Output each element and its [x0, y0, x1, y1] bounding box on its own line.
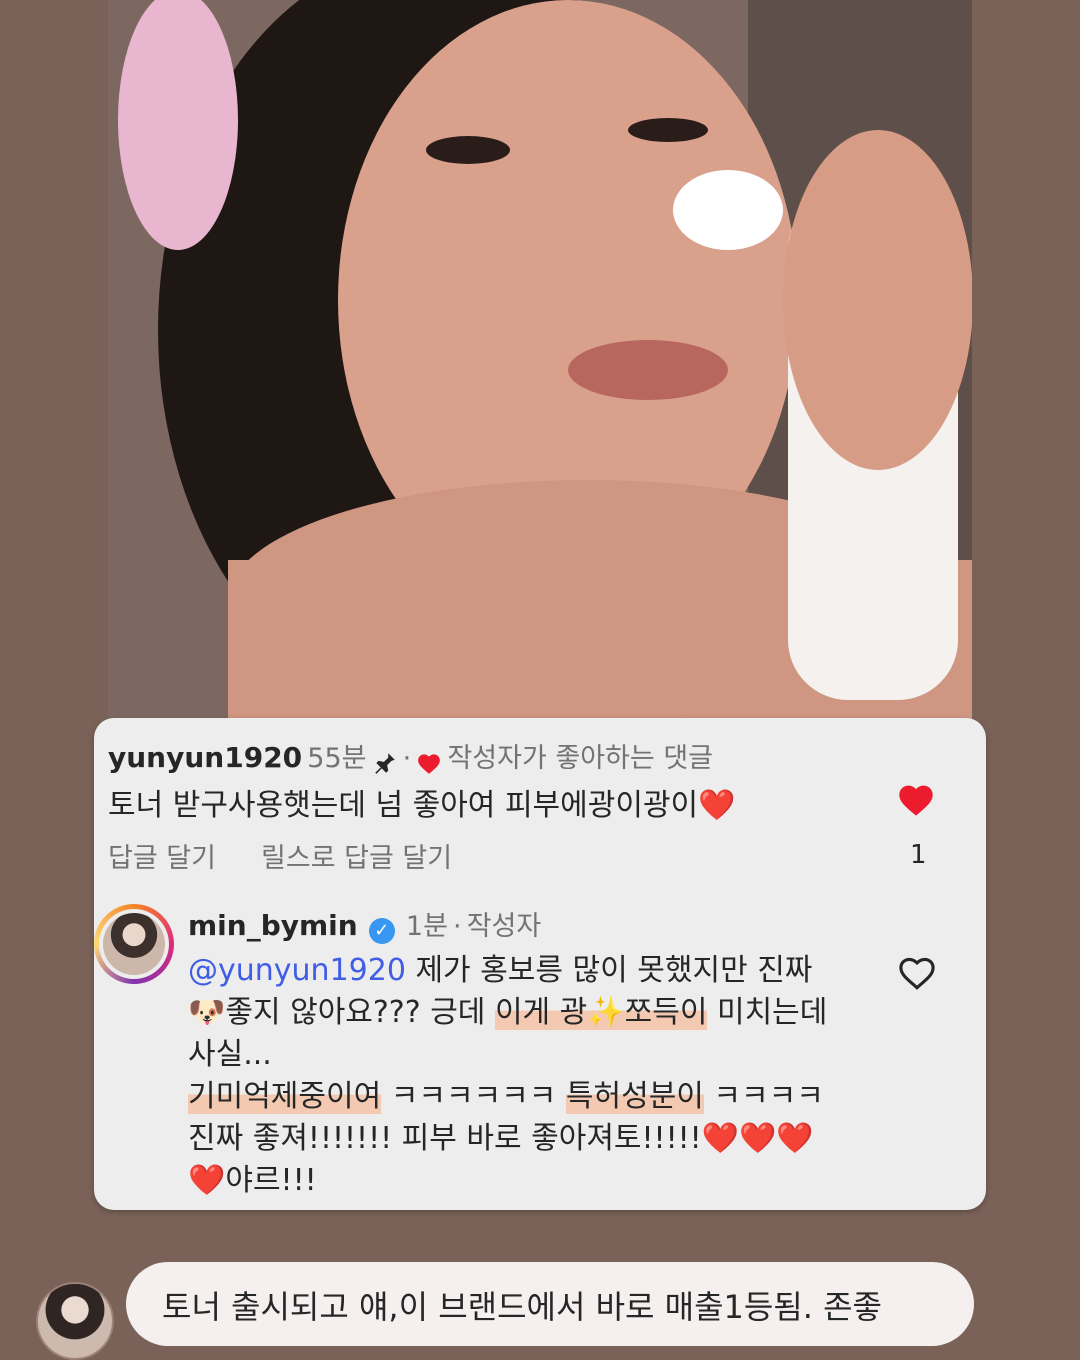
comment2-like-button[interactable] — [896, 952, 938, 992]
verified-badge-icon: ✓ — [368, 917, 395, 944]
reply-button[interactable]: 답글 달기 — [108, 843, 216, 874]
avatar-photo — [103, 913, 165, 975]
heart-icon — [416, 752, 447, 774]
comment-card: yunyun1920 55분 · 작성자가 좋아하는 댓글 토너 받구사용햇는데… — [94, 718, 986, 1210]
video-frame[interactable] — [108, 0, 972, 720]
heart-filled-icon — [899, 785, 933, 816]
reply-bubble: 토너 출시되고 얘,이 브랜드에서 바로 매출1등됨. 존좋 — [126, 1262, 974, 1346]
comment1-time: 55분 — [307, 743, 367, 774]
reply-avatar[interactable] — [36, 1282, 114, 1360]
comment1-text: 토너 받구사용햇는데 넘 좋아여 피부에광이광이❤️ — [108, 788, 736, 823]
comment1-like-button[interactable] — [896, 780, 936, 820]
highlighted-text: 기미억제중이여 — [188, 1079, 382, 1114]
comment2-text: @yunyun1920 제가 홍보릉 많이 못했지만 진짜 🐶좋지 않아요???… — [188, 953, 828, 1198]
comment2-time: 1분 — [405, 911, 448, 942]
heart-outline-icon — [899, 957, 935, 990]
comment2-username[interactable]: min_bymin — [188, 909, 358, 942]
highlighted-text: 특허성분이 — [565, 1079, 704, 1114]
mention-link[interactable]: @yunyun1920 — [188, 953, 406, 988]
comment1-username[interactable]: yunyun1920 — [108, 741, 302, 774]
reply-bubble-text: 토너 출시되고 얘,이 브랜드에서 바로 매출1등됨. 존좋 — [162, 1288, 882, 1326]
pin-icon — [372, 752, 403, 774]
liked-by-creator-label: 작성자가 좋아하는 댓글 — [447, 743, 714, 774]
highlighted-text: 이게 광✨쪼득이 — [494, 995, 708, 1030]
comment1-actions: 답글 달기 릴스로 답글 달기 — [108, 836, 452, 875]
comment1-header: yunyun1920 55분 · 작성자가 좋아하는 댓글 — [108, 741, 714, 774]
author-label: 작성자 — [466, 911, 542, 942]
comment1-like-count: 1 — [910, 840, 927, 870]
comment2-header: min_bymin ✓ 1분 · 작성자 — [188, 909, 542, 944]
reels-reply-button[interactable]: 릴스로 답글 달기 — [261, 843, 452, 874]
avatar[interactable] — [94, 904, 174, 984]
video-thumbnail — [108, 0, 972, 720]
